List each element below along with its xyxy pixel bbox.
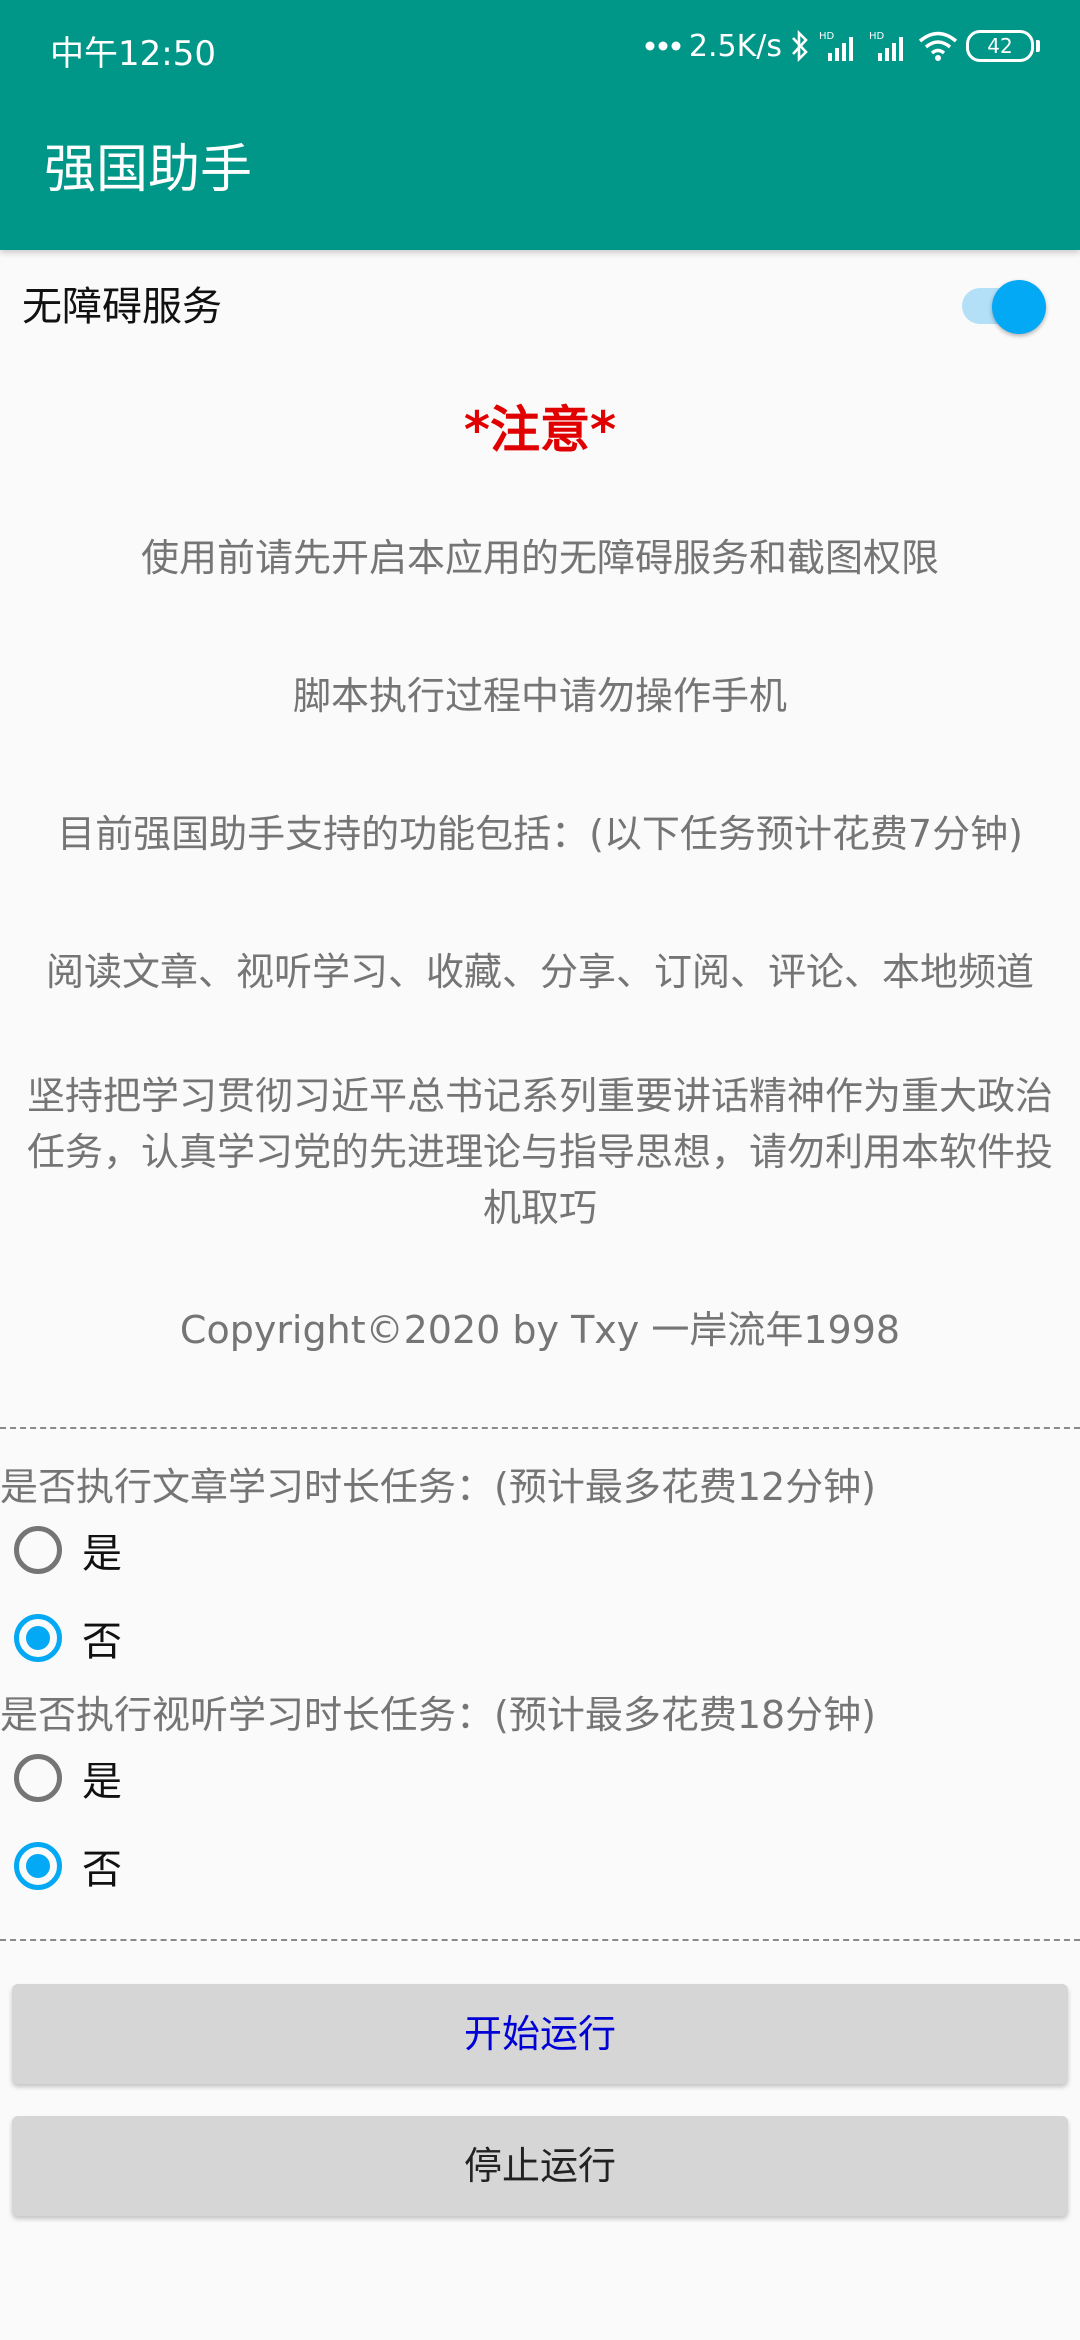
signal-hd-icon-2: HD (868, 29, 910, 63)
radio-unchecked-icon (14, 1754, 62, 1802)
notice-line-no-operation: 脚本执行过程中请勿操作手机 (292, 674, 787, 718)
article-task-yes-label: 是 (82, 1531, 122, 1577)
notice-line-permissions: 使用前请先开启本应用的无障碍服务和截图权限 (140, 536, 939, 580)
radio-checked-icon (14, 1842, 62, 1890)
article-task-yes-radio[interactable]: 是 (14, 1518, 122, 1582)
notice-line-features: 目前强国助手支持的功能包括：(以下任务预计花费7分钟) (57, 812, 1023, 856)
notice-title: *注意* (463, 401, 617, 459)
accessibility-service-label: 无障碍服务 (22, 284, 222, 330)
switch-thumb (992, 280, 1046, 334)
notice-line-feature-list: 阅读文章、视听学习、收藏、分享、订阅、评论、本地频道 (45, 950, 1034, 994)
article-task-no-radio[interactable]: 否 (14, 1606, 122, 1670)
start-button[interactable]: 开始运行 (12, 1984, 1068, 2084)
app-bar: 中午12:50 2.5K/s HD HD 42 强国助手 (0, 0, 1080, 250)
bluetooth-icon (790, 29, 810, 63)
video-task-question: 是否执行视听学习时长任务：(预计最多花费18分钟) (0, 1693, 877, 1737)
article-task-question: 是否执行文章学习时长任务：(预计最多花费12分钟) (0, 1465, 877, 1509)
accessibility-service-row: 无障碍服务 (0, 262, 1080, 342)
divider-top (0, 1427, 1080, 1429)
app-title: 强国助手 (44, 140, 253, 200)
stop-button[interactable]: 停止运行 (12, 2116, 1068, 2216)
more-notifications-icon (645, 41, 681, 51)
radio-unchecked-icon (14, 1526, 62, 1574)
status-time: 中午12:50 (50, 34, 216, 74)
notice-line-statement: 坚持把学习贯彻习近平总书记系列重要讲话精神作为重大政治任务，认真学习党的先进理论… (26, 1074, 1053, 1230)
battery-level: 42 (966, 30, 1034, 62)
signal-hd-icon-1: HD (818, 29, 860, 63)
divider-bottom (0, 1939, 1080, 1941)
accessibility-service-switch[interactable] (960, 274, 1050, 334)
wifi-icon (918, 30, 958, 62)
radio-checked-icon (14, 1614, 62, 1662)
video-task-yes-radio[interactable]: 是 (14, 1746, 122, 1810)
article-task-no-label: 否 (82, 1619, 122, 1665)
copyright: Copyright©2020 by Txy 一岸流年1998 (179, 1308, 901, 1352)
video-task-yes-label: 是 (82, 1759, 122, 1805)
video-task-no-label: 否 (82, 1847, 122, 1893)
svg-text:HD: HD (819, 31, 835, 42)
status-icons: 2.5K/s HD HD 42 (645, 24, 1040, 68)
network-speed: 2.5K/s (688, 28, 782, 64)
video-task-no-radio[interactable]: 否 (14, 1834, 122, 1898)
battery-icon: 42 (966, 30, 1040, 62)
svg-text:HD: HD (869, 31, 885, 42)
